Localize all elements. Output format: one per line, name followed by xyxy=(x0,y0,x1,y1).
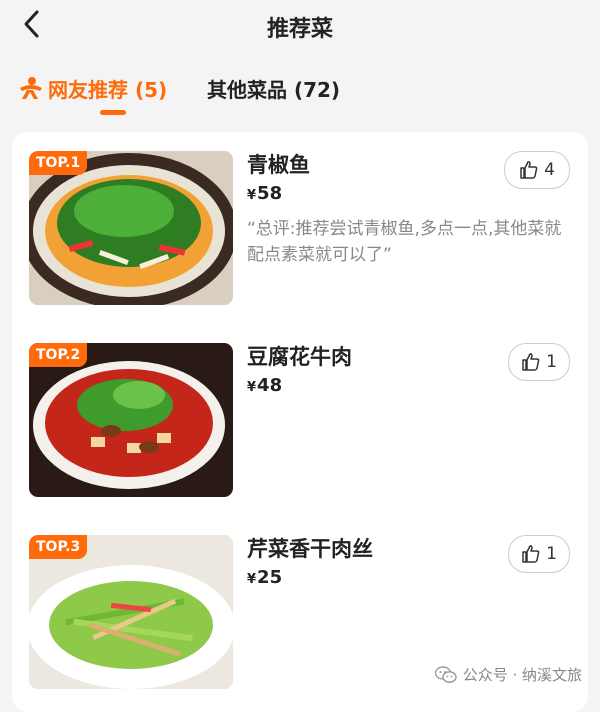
tab-other-dishes[interactable]: 其他菜品 (72) xyxy=(207,74,340,103)
thumbs-up-icon xyxy=(522,353,540,371)
dish-name: 芹菜香干肉丝 xyxy=(247,537,373,561)
like-count: 4 xyxy=(544,160,555,180)
rank-badge: TOP.2 xyxy=(29,343,88,367)
tab-label: 其他菜品 (72) xyxy=(207,78,341,102)
dish-comment: “总评:推荐尝试青椒鱼,多点一点,其他菜就配点素菜就可以了” xyxy=(247,219,562,265)
rank-badge: TOP.3 xyxy=(29,535,88,559)
thumbs-up-icon xyxy=(520,161,538,179)
dish-photo[interactable]: TOP.3 xyxy=(29,535,233,689)
tab-label: 网友推荐 (5) xyxy=(48,78,168,102)
dish-item[interactable]: TOP.3 芹菜香干肉丝 ¥25 1 xyxy=(12,516,588,689)
tab-bar: 网友推荐 (5) 其他菜品 (72) xyxy=(0,60,600,120)
active-tab-indicator xyxy=(100,110,126,115)
dish-price: ¥58 xyxy=(247,183,282,204)
dish-name: 青椒鱼 xyxy=(247,153,310,177)
dish-price: ¥48 xyxy=(247,375,282,396)
dish-price: ¥25 xyxy=(247,567,282,588)
tab-netizen-recommend[interactable]: 网友推荐 (5) xyxy=(18,74,167,103)
like-button[interactable]: 1 xyxy=(508,535,570,573)
like-button[interactable]: 4 xyxy=(504,151,570,189)
page-title: 推荐菜 xyxy=(266,17,333,42)
price-symbol: ¥ xyxy=(247,188,257,203)
like-count: 1 xyxy=(546,352,557,372)
price-symbol: ¥ xyxy=(247,572,257,587)
rank-badge: TOP.1 xyxy=(29,151,88,175)
dish-photo[interactable]: TOP.1 xyxy=(29,151,233,305)
people-icon xyxy=(20,77,42,99)
price-value: 25 xyxy=(257,567,283,588)
dish-name: 豆腐花牛肉 xyxy=(247,345,352,369)
dish-item[interactable]: TOP.1 青椒鱼 ¥58 “总评:推荐尝试青椒鱼,多点一点,其他菜就配点素菜就… xyxy=(12,132,588,305)
dish-item[interactable]: TOP.2 豆腐花牛肉 ¥48 1 xyxy=(12,324,588,497)
dish-photo[interactable]: TOP.2 xyxy=(29,343,233,497)
thumbs-up-icon xyxy=(522,545,540,563)
wechat-icon xyxy=(434,665,457,683)
price-value: 58 xyxy=(257,183,283,204)
dish-list: TOP.1 青椒鱼 ¥58 “总评:推荐尝试青椒鱼,多点一点,其他菜就配点素菜就… xyxy=(12,132,588,712)
like-count: 1 xyxy=(546,544,557,564)
like-button[interactable]: 1 xyxy=(508,343,570,381)
header: 推荐菜 xyxy=(0,0,600,50)
price-symbol: ¥ xyxy=(247,380,257,395)
price-value: 48 xyxy=(257,375,283,396)
watermark-text: 公众号 · 纳溪文旅 xyxy=(462,666,582,684)
watermark: 公众号 · 纳溪文旅 xyxy=(434,664,582,685)
